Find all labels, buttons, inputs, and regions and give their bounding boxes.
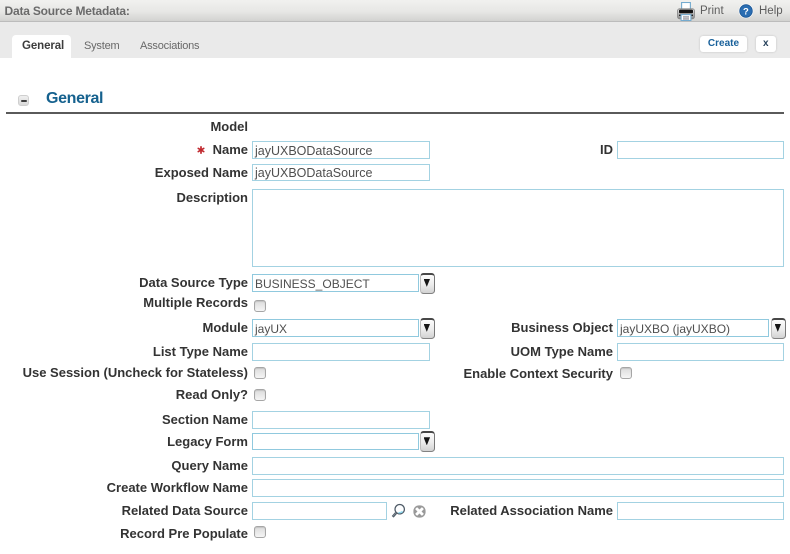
svg-text:?: ? (743, 6, 749, 17)
